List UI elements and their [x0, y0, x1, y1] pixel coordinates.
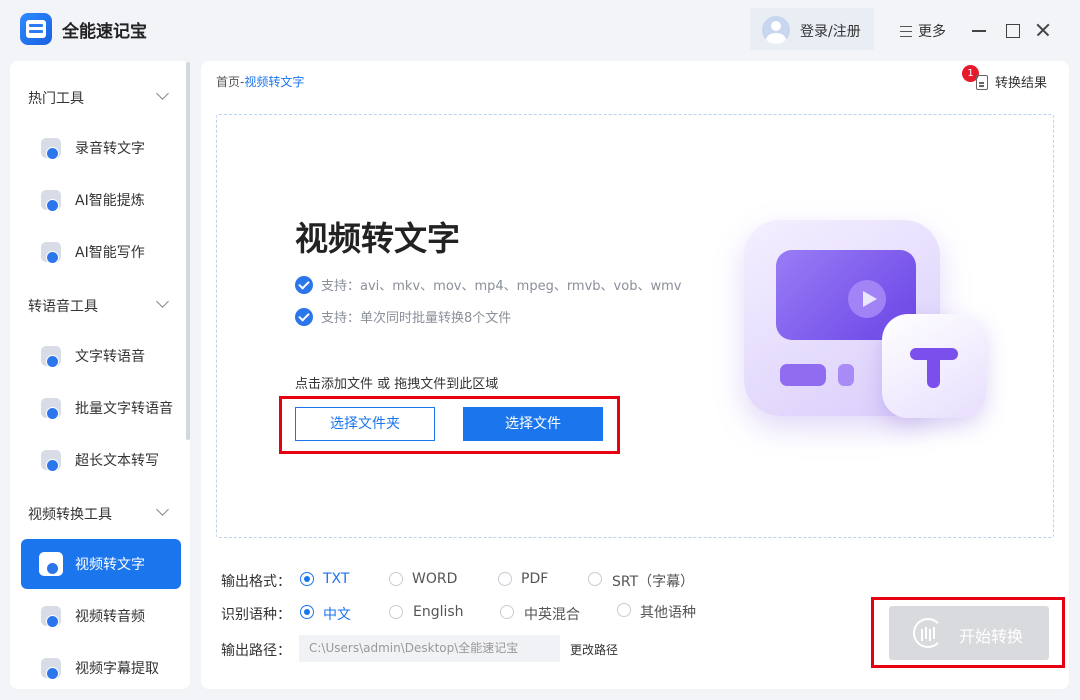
login-register-link[interactable]: 登录/注册	[800, 21, 861, 41]
sidebar-item-ai-extract[interactable]: AI智能提炼	[21, 175, 181, 225]
text-to-speech-icon	[41, 346, 61, 368]
lang-other-label[interactable]: 其他语种	[640, 602, 696, 622]
sidebar-item-label: 视频转音频	[75, 609, 145, 625]
app-title: 全能速记宝	[62, 22, 147, 42]
document-icon	[976, 75, 988, 90]
output-format-label: 输出格式：	[221, 574, 291, 590]
menu-icon	[900, 26, 912, 37]
close-button[interactable]	[1034, 21, 1052, 39]
video-to-audio-icon	[41, 606, 61, 628]
feature-batch-text: 支持：单次同时批量转换8个文件	[321, 311, 512, 326]
check-circle-icon	[295, 276, 313, 294]
output-path-label: 输出路径：	[221, 643, 291, 659]
format-pdf-radio[interactable]	[498, 572, 512, 586]
sidebar-item-label: 视频转文字	[75, 557, 145, 573]
format-srt-label[interactable]: SRT（字幕）	[612, 571, 694, 591]
lang-mixed-radio[interactable]	[500, 605, 514, 619]
app-logo-icon	[20, 13, 52, 45]
subtitle-extract-icon	[41, 658, 61, 680]
drop-hint: 点击添加文件 或 拖拽文件到此区域	[295, 377, 499, 392]
video-to-text-illustration	[740, 218, 990, 448]
ai-writing-icon	[41, 242, 61, 264]
sidebar-item-label: 批量文字转语音	[75, 401, 173, 417]
sidebar-item-subtitle-extract[interactable]: 视频字幕提取	[21, 643, 181, 693]
conversion-results-label: 转换结果	[995, 76, 1048, 91]
check-circle-icon	[295, 308, 313, 326]
sidebar-group-hot-tools[interactable]: 热门工具	[28, 88, 84, 108]
page-title: 视频转文字	[295, 219, 460, 258]
long-text-icon	[41, 450, 61, 472]
more-label: 更多	[918, 24, 946, 40]
maximize-button[interactable]	[1003, 21, 1021, 39]
lang-mixed-label[interactable]: 中英混合	[524, 604, 580, 624]
sidebar-item-batch-text-to-speech[interactable]: 批量文字转语音	[21, 383, 181, 433]
output-path-field[interactable]: C:\Users\admin\Desktop\全能速记宝	[299, 635, 560, 662]
avatar-icon[interactable]	[762, 16, 790, 44]
sidebar-item-video-to-audio[interactable]: 视频转音频	[21, 591, 181, 641]
feature-batch: 支持：单次同时批量转换8个文件	[295, 307, 511, 326]
minimize-button[interactable]	[970, 21, 988, 39]
sidebar-item-ai-writing[interactable]: AI智能写作	[21, 227, 181, 277]
sidebar-group-speech-tools[interactable]: 转语音工具	[28, 296, 98, 316]
lang-english-label[interactable]: English	[413, 604, 464, 620]
sidebar-item-long-text[interactable]: 超长文本转写	[21, 435, 181, 485]
sidebar-item-video-to-text[interactable]: 视频转文字	[21, 539, 181, 589]
lang-chinese-label[interactable]: 中文	[323, 604, 351, 624]
lang-chinese-radio[interactable]	[300, 605, 314, 619]
format-pdf-label[interactable]: PDF	[521, 571, 548, 587]
sidebar-item-label: 视频字幕提取	[75, 661, 159, 677]
sidebar-item-label: AI智能写作	[75, 245, 145, 261]
select-file-button[interactable]: 选择文件	[463, 407, 603, 441]
feature-formats: 支持：avi、mkv、mov、mp4、mpeg、rmvb、vob、wmv	[295, 275, 681, 294]
conversion-results-button[interactable]: 转换结果	[976, 72, 1047, 91]
change-path-link[interactable]: 更改路径	[570, 641, 618, 658]
audio-wave-icon	[913, 618, 943, 648]
sidebar-item-label: 录音转文字	[75, 141, 145, 157]
format-word-radio[interactable]	[389, 572, 403, 586]
breadcrumb: 首页-视频转文字	[216, 73, 304, 90]
more-menu-button[interactable]: 更多	[900, 21, 946, 41]
ai-extract-icon	[41, 190, 61, 212]
breadcrumb-current: 视频转文字	[244, 75, 305, 89]
audio-to-text-icon	[41, 138, 61, 160]
format-srt-radio[interactable]	[588, 572, 602, 586]
feature-formats-text: 支持：avi、mkv、mov、mp4、mpeg、rmvb、vob、wmv	[321, 279, 682, 294]
start-conversion-label: 开始转换	[959, 627, 1024, 646]
recognition-language-label: 识别语种：	[221, 607, 291, 623]
lang-english-radio[interactable]	[389, 605, 403, 619]
select-folder-button[interactable]: 选择文件夹	[295, 407, 435, 441]
start-conversion-button[interactable]: 开始转换	[889, 606, 1049, 660]
sidebar-item-label: 文字转语音	[75, 349, 145, 365]
lang-other-radio[interactable]	[617, 603, 631, 617]
breadcrumb-home[interactable]: 首页	[216, 75, 240, 89]
video-to-text-icon	[39, 552, 63, 576]
batch-text-to-speech-icon	[41, 398, 61, 420]
format-txt-label[interactable]: TXT	[323, 571, 349, 587]
sidebar-item-text-to-speech[interactable]: 文字转语音	[21, 331, 181, 381]
letter-t-icon	[908, 342, 960, 392]
format-word-label[interactable]: WORD	[412, 571, 457, 587]
sidebar-item-label: 超长文本转写	[75, 453, 159, 469]
sidebar-scrollbar[interactable]	[186, 62, 190, 440]
format-txt-radio[interactable]	[300, 572, 314, 586]
sidebar-group-video-tools[interactable]: 视频转换工具	[28, 504, 112, 524]
sidebar-item-label: AI智能提炼	[75, 193, 145, 209]
play-icon	[848, 280, 886, 318]
sidebar-item-audio-to-text[interactable]: 录音转文字	[21, 123, 181, 173]
